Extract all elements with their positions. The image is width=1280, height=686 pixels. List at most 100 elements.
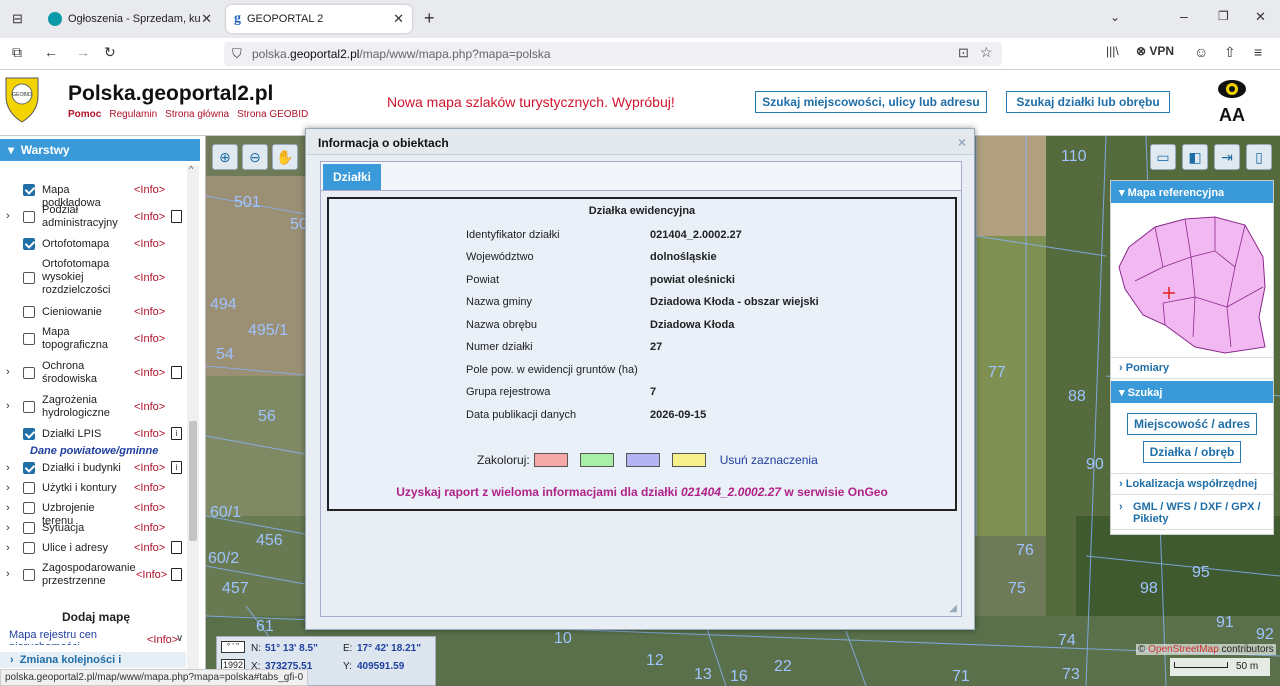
layer-info-link[interactable]: <Info> <box>134 522 165 534</box>
close-tab-icon[interactable]: ✕ <box>393 11 404 27</box>
layer-ochrona-srodowiska[interactable]: › Ochrona środowiska <Info> <box>0 360 186 386</box>
dropdown-arrow-icon[interactable]: ∨ <box>176 633 183 644</box>
ref-map-header[interactable]: ▾ Mapa referencyjna <box>1111 181 1273 203</box>
pan-hand-icon[interactable]: ✋ <box>272 144 298 170</box>
report-link[interactable]: Uzyskaj raport z wieloma informacjami dl… <box>329 485 955 499</box>
registry-map-link[interactable]: Mapa rejestru cen nieruchomości <box>9 629 129 645</box>
formats-item[interactable]: › GML / WFS / DXF / GPX / Pikiety <box>1111 497 1273 530</box>
download-icon[interactable]: ⊡ <box>958 45 969 61</box>
layer-info-link[interactable]: <Info> <box>134 542 165 554</box>
vpn-button[interactable]: ⊗ VPN <box>1136 44 1174 58</box>
search-place-button[interactable]: Miejscowość / adres <box>1127 413 1257 435</box>
search-header[interactable]: ▾ Szukaj <box>1111 381 1273 403</box>
layer-checkbox[interactable] <box>23 184 35 196</box>
close-tab-icon[interactable]: ✕ <box>201 11 212 27</box>
tab-dzialki[interactable]: Działki <box>323 164 381 190</box>
site-title[interactable]: Polska.geoportal2.pl <box>68 82 273 106</box>
info-document-icon[interactable]: i <box>171 461 182 474</box>
close-icon[interactable]: × <box>958 134 966 150</box>
layer-mapa-topograficzna[interactable]: Mapa topograficzna <Info> <box>0 326 186 352</box>
layer-mapa-podkladowa[interactable]: Mapa podkładowa <Info> <box>0 184 186 209</box>
layer-checkbox[interactable] <box>23 428 35 440</box>
coord-format-toggle[interactable]: ° ' " <box>221 641 245 653</box>
expand-arrow-icon[interactable]: › <box>6 462 10 474</box>
layer-dzialki-lpis[interactable]: Działki LPIS <Info> i <box>0 427 186 442</box>
sidebar-toggle-icon[interactable]: ⧉ <box>12 44 22 61</box>
account-icon[interactable]: ☺ <box>1194 44 1208 60</box>
bookmark-star-icon[interactable]: ☆ <box>980 44 993 61</box>
layer-checkbox[interactable] <box>23 401 35 413</box>
font-size-toggle[interactable]: AA <box>1214 105 1250 126</box>
color-swatch-yellow[interactable] <box>671 453 706 467</box>
add-map-heading[interactable]: Dodaj mapę <box>62 610 130 624</box>
clear-selection-link[interactable]: Usuń zaznaczenia <box>720 453 818 467</box>
layer-info-link[interactable]: <Info> <box>134 401 165 413</box>
layer-checkbox[interactable] <box>23 462 35 474</box>
expand-arrow-icon[interactable]: › <box>6 568 10 580</box>
layer-info-link[interactable]: <Info> <box>134 306 165 318</box>
search-parcel-button[interactable]: Szukaj działki lub obrębu <box>1006 91 1170 113</box>
extensions-icon[interactable]: ⇧ <box>1224 44 1236 61</box>
expand-arrow-icon[interactable]: › <box>6 400 10 412</box>
color-swatch-blue[interactable] <box>625 453 660 467</box>
link-help[interactable]: Pomoc <box>68 109 101 120</box>
document-icon[interactable] <box>171 210 182 223</box>
layer-uzbrojenie-terenu[interactable]: › Uzbrojenie terenu <Info> <box>0 502 186 527</box>
expand-arrow-icon[interactable]: › <box>6 542 10 554</box>
layer-info-link[interactable]: <Info> <box>147 634 178 646</box>
chevron-down-icon[interactable]: ⌄ <box>1110 10 1120 24</box>
link-geobid[interactable]: Strona GEOBID <box>237 109 308 120</box>
library-icon[interactable]: |||\ <box>1106 44 1119 58</box>
site-info-icon[interactable]: ⛉ <box>232 46 242 62</box>
layer-podzial-administracyjny[interactable]: › Podział administracyjny <Info> <box>0 204 186 230</box>
layers-scrollbar[interactable]: ^ <box>187 164 199 686</box>
export-icon[interactable]: ⇥ <box>1214 144 1240 170</box>
layer-checkbox[interactable] <box>23 333 35 345</box>
layer-info-link[interactable]: <Info> <box>134 211 165 223</box>
layer-checkbox[interactable] <box>23 272 35 284</box>
search-address-button[interactable]: Szukaj miejscowości, ulicy lub adresu <box>755 91 987 113</box>
layer-cieniowanie[interactable]: Cieniowanie <Info> <box>0 306 186 320</box>
layer-info-link[interactable]: <Info> <box>134 238 165 250</box>
accessibility-controls[interactable]: AA <box>1214 78 1250 128</box>
expand-arrow-icon[interactable]: › <box>6 482 10 494</box>
layer-sytuacja[interactable]: › Sytuacja <Info> <box>0 522 186 536</box>
color-swatch-red[interactable] <box>533 453 568 467</box>
layer-zagrozenia-hydrologiczne[interactable]: › Zagrożenia hydrologiczne <Info> <box>0 394 186 420</box>
layer-checkbox[interactable] <box>23 569 35 581</box>
layer-checkbox[interactable] <box>23 238 35 250</box>
document-icon[interactable] <box>171 541 182 554</box>
document-icon[interactable] <box>171 568 182 581</box>
layer-checkbox[interactable] <box>23 211 35 223</box>
zoom-in-icon[interactable]: ⊕ <box>212 144 238 170</box>
layer-info-link[interactable]: <Info> <box>134 428 165 440</box>
layer-info-link[interactable]: <Info> <box>136 569 167 581</box>
info-document-icon[interactable]: i <box>171 427 182 440</box>
eye-icon[interactable] <box>1217 78 1247 100</box>
reload-icon[interactable]: ↻ <box>104 44 116 61</box>
layer-checkbox[interactable] <box>23 482 35 494</box>
layer-checkbox[interactable] <box>23 306 35 318</box>
link-home[interactable]: Strona główna <box>165 109 229 120</box>
layer-checkbox[interactable] <box>23 367 35 379</box>
close-window-icon[interactable]: ✕ <box>1255 9 1266 25</box>
measurements-item[interactable]: › Pomiary <box>1111 357 1273 379</box>
browser-tab-geoportal[interactable]: g GEOPORTAL 2 ✕ <box>226 5 412 33</box>
restore-icon[interactable]: ❐ <box>1218 9 1229 23</box>
search-parcel-side-button[interactable]: Działka / obręb <box>1143 441 1241 463</box>
expand-arrow-icon[interactable]: › <box>6 502 10 514</box>
document-icon[interactable] <box>171 366 182 379</box>
layer-uzytki-i-kontury[interactable]: › Użytki i kontury <Info> <box>0 482 186 496</box>
layer-info-link[interactable]: <Info> <box>134 272 165 284</box>
layer-checkbox[interactable] <box>23 502 35 514</box>
reference-map-poland[interactable] <box>1115 207 1271 355</box>
expand-arrow-icon[interactable]: › <box>6 366 10 378</box>
menu-icon[interactable]: ≡ <box>1254 44 1262 60</box>
tab-list-icon[interactable]: ⊟ <box>12 11 23 27</box>
scroll-thumb[interactable] <box>189 421 197 541</box>
expand-arrow-icon[interactable]: › <box>6 522 10 534</box>
browser-tab-ogloszenia[interactable]: Ogłoszenia - Sprzedam, kupię n ✕ <box>40 5 220 33</box>
layer-ortofotomapa[interactable]: Ortofotomapa <Info> <box>0 238 186 252</box>
back-icon[interactable]: ← <box>44 44 58 60</box>
color-swatch-green[interactable] <box>579 453 614 467</box>
